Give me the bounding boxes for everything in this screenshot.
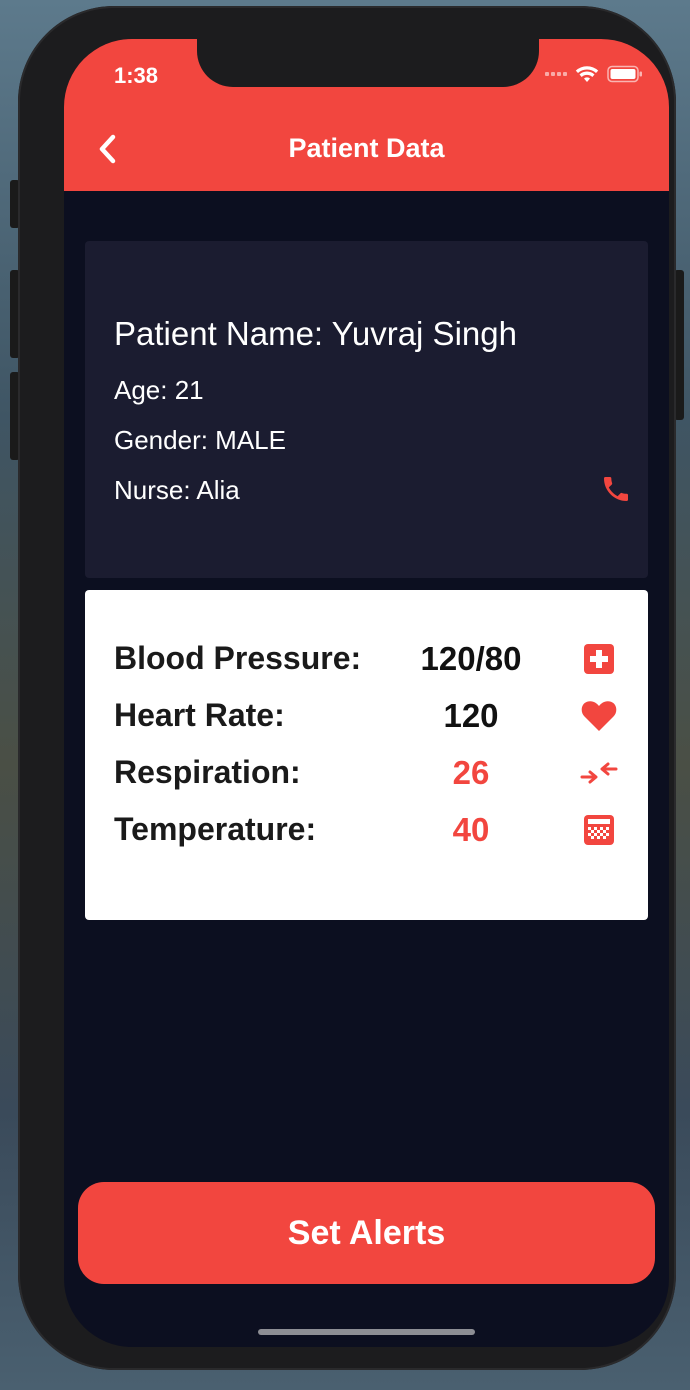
cellular-signal-icon xyxy=(545,72,567,76)
app-header: 1:38 Patient Data xyxy=(64,39,669,191)
patient-gender: Gender: MALE xyxy=(114,425,286,455)
device-notch xyxy=(197,39,539,87)
vital-label: Respiration: xyxy=(114,754,301,790)
battery-icon xyxy=(607,65,642,83)
vital-value: 26 xyxy=(452,754,490,791)
vitals-card: Blood Pressure: 120/80 Heart Rate: 120 R… xyxy=(85,590,648,920)
thermometer-grid-icon xyxy=(580,811,618,849)
patient-info-card: Patient Name: Yuvraj Singh Age: 21 Gende… xyxy=(85,241,648,578)
wifi-icon xyxy=(575,66,599,82)
vital-value: 40 xyxy=(452,811,490,848)
call-nurse-button[interactable] xyxy=(600,473,632,505)
patient-name: Patient Name: Yuvraj Singh xyxy=(114,315,517,352)
vital-value: 120/80 xyxy=(420,640,522,677)
patient-age: Age: 21 xyxy=(114,375,204,405)
vital-row-blood-pressure: Blood Pressure: 120/80 xyxy=(85,632,648,682)
set-alerts-button[interactable]: Set Alerts xyxy=(78,1182,655,1284)
vital-row-respiration: Respiration: 26 xyxy=(85,746,648,796)
vital-row-heart-rate: Heart Rate: 120 xyxy=(85,689,648,739)
status-icons xyxy=(545,63,643,85)
page-title: Patient Data xyxy=(288,133,445,163)
phone-frame: 1:38 Patient Data Patient Name: Yuvraj S… xyxy=(18,6,676,1370)
vital-row-temperature: Temperature: 40 xyxy=(85,803,648,853)
patient-nurse: Nurse: Alia xyxy=(114,475,240,505)
status-time: 1:38 xyxy=(114,63,159,88)
app-screen: 1:38 Patient Data Patient Name: Yuvraj S… xyxy=(64,39,669,1347)
medical-cross-icon xyxy=(580,640,618,678)
phone-icon xyxy=(604,477,628,501)
compress-arrows-icon xyxy=(580,754,618,792)
vital-label: Blood Pressure: xyxy=(114,640,362,676)
vital-label: Heart Rate: xyxy=(114,697,285,733)
heart-icon xyxy=(580,697,618,735)
vital-label: Temperature: xyxy=(114,811,317,847)
home-indicator[interactable] xyxy=(258,1329,475,1335)
vital-value: 120 xyxy=(443,697,499,734)
